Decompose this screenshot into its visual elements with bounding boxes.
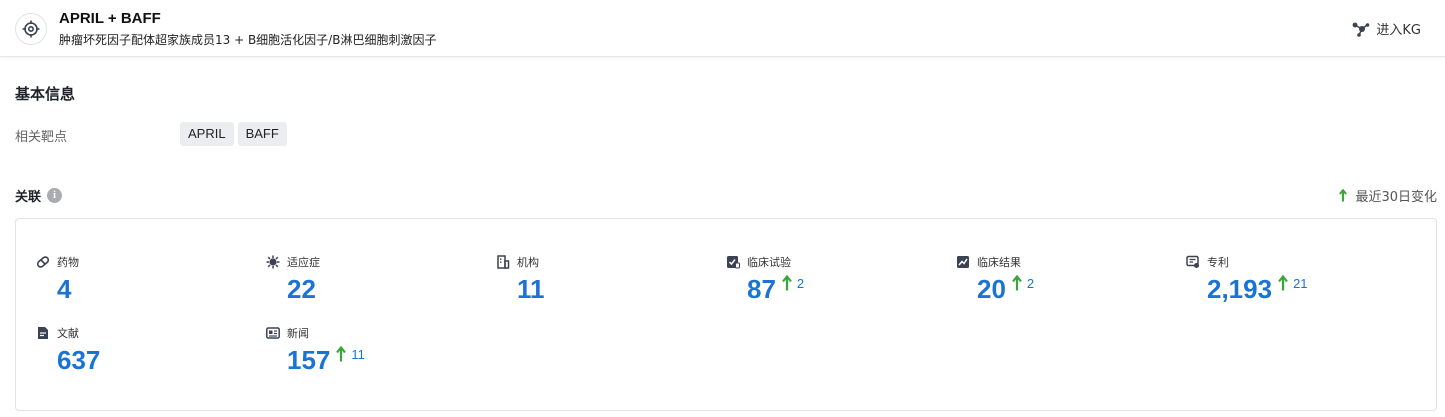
stat-label: 专利 [1207,256,1229,269]
stat-indications[interactable]: 适应症 22 [266,255,466,315]
change-indicator: 2 [1012,275,1034,291]
clinical-trial-icon [726,255,740,269]
patent-icon [1186,255,1200,269]
graph-network-icon [1352,22,1370,37]
target-tag-baff[interactable]: BAFF [237,122,287,146]
relations-title: 关联 i [15,186,63,205]
page-header: APRIL + BAFF 肿瘤坏死因子配体超家族成员13 + B细胞活化因子/B… [0,0,1445,57]
stat-value: 4 [57,274,72,304]
arrow-up-icon [782,275,792,291]
change-value: 21 [1293,276,1308,291]
arrow-up-icon [1012,275,1022,291]
enter-kg-button[interactable]: 进入KG [1352,19,1421,38]
target-tag-april[interactable]: APRIL [180,122,234,146]
recent-change-label: 最近30日变化 [1355,190,1437,205]
related-targets-label: 相关靶点 [15,130,68,145]
change-value: 2 [796,276,805,291]
change-value: 2 [1026,276,1035,291]
building-icon [496,255,510,269]
stat-value: 637 [57,345,101,375]
pill-icon [36,255,50,269]
change-indicator: 2 [782,275,804,291]
stat-value: 2,193 [1207,274,1273,304]
stat-literature[interactable]: 文献 637 [36,326,236,386]
change-indicator: 11 [336,346,365,362]
stat-clinical-results[interactable]: 临床结果 20 2 [956,255,1156,315]
stat-clinical-trials[interactable]: 临床试验 87 2 [726,255,926,315]
stat-value: 22 [287,274,316,304]
change-value: 11 [351,347,365,362]
stat-value: 20 [977,274,1006,304]
stat-news[interactable]: 新闻 157 11 [266,326,466,386]
news-icon [266,326,280,340]
stat-label: 机构 [517,256,539,269]
document-icon [36,326,50,340]
clinical-result-icon [956,255,970,269]
stat-label: 适应症 [287,256,320,269]
stat-patents[interactable]: 专利 2,193 21 [1186,255,1386,315]
crosshair-icon [22,20,40,38]
arrow-up-icon [1278,275,1288,291]
stat-value: 157 [287,345,331,375]
stat-organizations[interactable]: 机构 11 [496,255,696,315]
stat-value: 87 [747,274,776,304]
stat-drugs[interactable]: 药物 4 [36,255,236,315]
arrow-up-icon [1339,189,1348,202]
arrow-up-icon [336,346,347,362]
stat-label: 新闻 [287,327,309,340]
stat-label: 临床试验 [747,256,791,269]
relations-card: 药物 4 适应症 22 机构 11 临床试验 87 2 临床结果 20 2 专利… [15,218,1437,411]
relations-title-label: 关联 [15,190,42,205]
basic-info-title: 基本信息 [15,85,76,103]
page-title: APRIL + BAFF [59,10,161,27]
page-subtitle: 肿瘤坏死因子配体超家族成员13 + B细胞活化因子/B淋巴细胞刺激因子 [59,33,437,47]
stat-label: 文献 [57,327,79,340]
virus-icon [266,255,280,269]
change-indicator: 21 [1278,275,1308,291]
stat-label: 临床结果 [977,256,1021,269]
info-icon[interactable]: i [47,188,63,203]
enter-kg-label: 进入KG [1376,23,1421,38]
recent-change-legend: 最近30日变化 [1339,186,1437,205]
stat-value: 11 [517,274,545,304]
target-logo [15,13,47,45]
related-targets-list: APRIL BAFF [180,122,287,146]
stat-label: 药物 [57,256,79,269]
